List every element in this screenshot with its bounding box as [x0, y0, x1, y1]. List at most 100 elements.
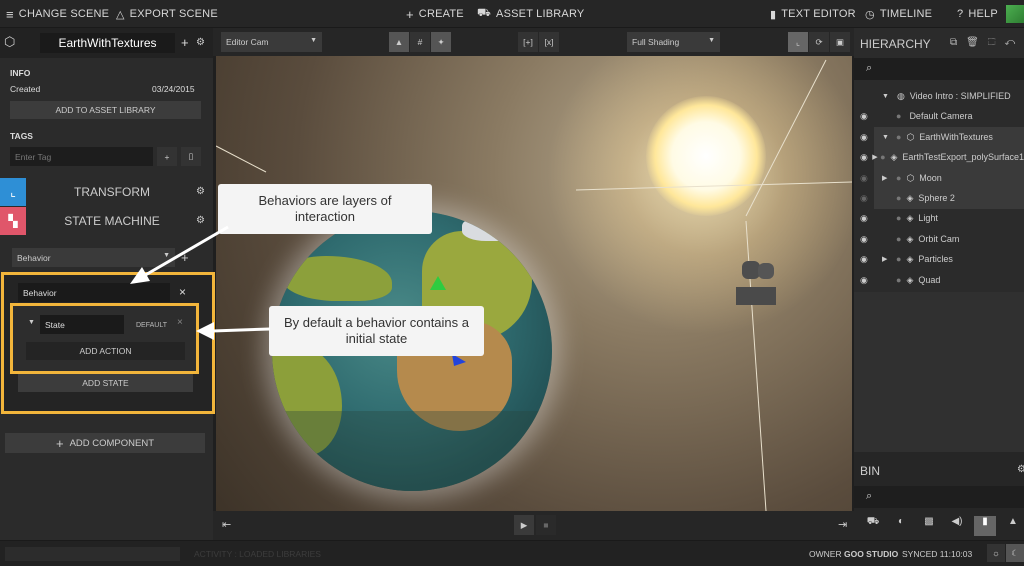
bin-search[interactable]: ⌕	[854, 486, 1024, 508]
scene-name-field[interactable]: EarthWithTextures	[40, 33, 175, 53]
create-button[interactable]: + CREATE	[406, 0, 464, 28]
chevron-down-icon: ▼	[708, 37, 715, 44]
eye-icon[interactable]: ◉	[860, 275, 896, 286]
eye-icon[interactable]: ◉	[860, 193, 896, 204]
tag-input[interactable]: Enter Tag	[10, 147, 153, 166]
add-component-button[interactable]: + ADD COMPONENT	[5, 433, 205, 453]
hierarchy-item[interactable]: ▼ ◍ Video Intro : SIMPLIFIED	[854, 86, 1024, 106]
menu-icon: ≡	[6, 6, 14, 22]
hierarchy-item[interactable]: ◉ ▶ ● ◈ EarthTestExport_polySurface1	[854, 147, 1024, 167]
focus-icon[interactable]: [+]	[518, 32, 538, 52]
image-icon[interactable]: ▲	[1002, 516, 1024, 536]
hierarchy-toolbar-icons[interactable]: ⧉🗑⬚↶↷	[950, 37, 1024, 48]
gear-icon[interactable]: ⚙	[196, 37, 205, 48]
trash-icon[interactable]: ▯	[181, 147, 201, 166]
clock-icon: ◷	[865, 8, 875, 21]
progress-bar	[5, 547, 180, 561]
texture-icon[interactable]: ▩	[918, 516, 940, 536]
eye-icon[interactable]: ◉	[860, 254, 882, 265]
eye-icon[interactable]: ◉	[860, 111, 896, 122]
scene-viewport[interactable]	[216, 56, 852, 511]
transform-section[interactable]: TRANSFORM	[37, 185, 187, 199]
state-name-input[interactable]: State	[40, 315, 124, 334]
grid-icon[interactable]: #	[410, 32, 430, 52]
transform-icon: ⌞	[0, 178, 26, 206]
eye-icon[interactable]: ◉	[860, 234, 896, 245]
help-button[interactable]: ? HELP	[957, 0, 998, 28]
chevron-down-icon: ▼	[310, 37, 317, 44]
globe-icon: ◍	[896, 90, 905, 101]
plus-icon: +	[406, 6, 414, 22]
created-label: Created	[10, 84, 41, 94]
shading-select[interactable]: Full Shading ▼	[627, 32, 720, 52]
owner-info: OWNER GOO STUDIO	[809, 549, 899, 559]
hierarchy-item[interactable]: ◉ ● Default Camera	[854, 106, 1024, 126]
eye-icon[interactable]: ◉	[860, 132, 882, 143]
moon-icon[interactable]: ☾	[1006, 544, 1024, 562]
hierarchy-search[interactable]: ⌕	[854, 58, 1024, 80]
gear-icon[interactable]: ⚙	[1017, 464, 1024, 475]
material-icon[interactable]: ◐	[890, 516, 912, 536]
magic-wand-icon[interactable]: ✦	[431, 32, 451, 52]
mesh-icon: ◈	[906, 253, 914, 264]
camera-model[interactable]	[736, 261, 786, 307]
scale-icon[interactable]: ▣	[830, 32, 850, 52]
change-scene-button[interactable]: ≡ CHANGE SCENE	[6, 0, 109, 28]
top-bar: ≡ CHANGE SCENE △ EXPORT SCENE + CREATE ⛟ ASS…	[0, 0, 1024, 28]
play-icon[interactable]: ▶	[514, 515, 534, 535]
hierarchy-item[interactable]: ◉ ▼ ● ⬡ EarthWithTextures	[854, 127, 1024, 147]
export-scene-button[interactable]: △ EXPORT SCENE	[116, 0, 218, 28]
timeline-button[interactable]: ◷ TIMELINE	[865, 0, 932, 28]
text-editor-button[interactable]: ▮ TEXT EDITOR	[770, 0, 856, 28]
eye-icon[interactable]: ◉	[860, 173, 882, 184]
warning-icon: △	[116, 8, 125, 21]
hierarchy-item[interactable]: ◉ ● ◈ Quad	[854, 270, 1024, 290]
callout-arrows	[130, 225, 271, 340]
gear-icon[interactable]: ⚙	[196, 186, 205, 197]
chevron-down-icon[interactable]: ▼	[28, 319, 35, 326]
bin-filter-bar: ⛟ ◐ ▩ ◀) ▮ ▲	[862, 516, 1024, 536]
hexagon-icon: ⬡	[906, 172, 915, 183]
document-icon[interactable]: ▮	[974, 516, 996, 536]
eye-icon[interactable]: ◉	[860, 213, 896, 224]
exit-right-icon[interactable]: ⇥	[838, 518, 847, 531]
asset-library-button[interactable]: ⛟ ASSET LIBRARY	[477, 0, 584, 28]
fit-icon[interactable]: [x]	[539, 32, 559, 52]
rotate-icon[interactable]: ⟳	[809, 32, 829, 52]
stop-icon[interactable]: ■	[536, 515, 556, 535]
hierarchy-item[interactable]: ◉ ● ◈ Sphere 2	[854, 188, 1024, 208]
translate-icon[interactable]: ⌞	[788, 32, 808, 52]
exit-left-icon[interactable]: ⇤	[222, 518, 231, 531]
hierarchy-item[interactable]: ◉ ● ◈ Orbit Cam	[854, 229, 1024, 249]
hierarchy-title: HIERARCHY	[860, 37, 931, 51]
callout-default-state: By default a behavior contains a initial…	[269, 306, 484, 356]
eye-icon[interactable]: ◉	[860, 152, 872, 163]
mesh-icon: ◈	[890, 151, 898, 162]
sound-icon[interactable]: ◀)	[946, 516, 968, 536]
gizmo-blue-arrow[interactable]	[452, 354, 472, 368]
activity-text: ACTIVITY : LOADED LIBRARIES	[194, 549, 321, 559]
landscape-icon[interactable]: ▲	[389, 32, 409, 52]
camera-select[interactable]: Editor Cam ▼	[221, 32, 322, 52]
state-machine-icon: ▚	[0, 207, 26, 235]
entity-icon[interactable]: ⛟	[862, 516, 884, 536]
search-icon: ⌕	[866, 490, 873, 502]
hierarchy-item[interactable]: ◉ ▶ ● ◈ Particles	[854, 249, 1024, 269]
mesh-icon: ◈	[906, 274, 914, 285]
add-icon[interactable]: +	[181, 35, 189, 50]
hierarchy-item[interactable]: ◉ ● ◈ Light	[854, 208, 1024, 228]
sun-icon[interactable]: ☼	[987, 544, 1005, 562]
bin-title: BIN	[860, 464, 881, 478]
tags-title: TAGS	[10, 131, 33, 141]
add-tag-button[interactable]: +	[157, 147, 177, 166]
avatar[interactable]	[1006, 5, 1024, 23]
add-state-button[interactable]: ADD STATE	[18, 374, 193, 392]
hexagon-icon: ⬡	[906, 131, 915, 142]
car-icon: ⛟	[477, 7, 492, 19]
hexagon-icon: ⬡	[4, 34, 16, 49]
add-to-library-button[interactable]: ADD TO ASSET LIBRARY	[10, 101, 201, 119]
document-icon: ▮	[770, 8, 777, 21]
mesh-icon: ◈	[906, 233, 914, 244]
hierarchy-item[interactable]: ◉ ▶ ● ⬡ Moon	[854, 168, 1024, 188]
mesh-icon: ◈	[906, 212, 914, 223]
